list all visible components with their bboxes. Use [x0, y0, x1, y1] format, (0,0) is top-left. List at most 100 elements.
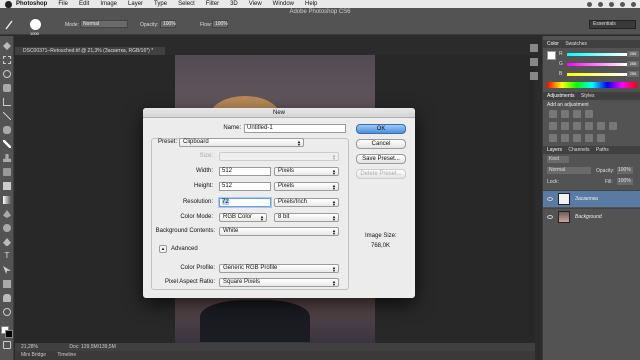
resolution-unit-select[interactable]: Pixels/Inch ▲ ▼: [274, 198, 339, 207]
menu-view[interactable]: View: [249, 1, 262, 7]
menu-image[interactable]: Image: [100, 1, 117, 7]
photo-filter-icon[interactable]: [597, 122, 605, 130]
black-white-icon[interactable]: [585, 122, 593, 130]
properties-panel-icon[interactable]: [530, 58, 538, 66]
type-tool-icon[interactable]: T: [3, 252, 11, 260]
marquee-tool-icon[interactable]: [3, 56, 11, 64]
slider-r[interactable]: [567, 53, 627, 56]
width-input[interactable]: 512: [219, 167, 271, 176]
blur-tool-icon[interactable]: [3, 210, 11, 218]
tab-color[interactable]: Color: [547, 41, 559, 47]
background-color-swatch[interactable]: [5, 330, 13, 338]
doc-size-info[interactable]: Doc: 139,5M/139,5M: [69, 344, 115, 350]
shape-tool-icon[interactable]: [3, 280, 11, 288]
path-select-tool-icon[interactable]: [3, 266, 11, 274]
resolution-input[interactable]: 72: [219, 198, 271, 207]
value-g[interactable]: 255: [627, 61, 639, 67]
hand-tool-icon[interactable]: [3, 294, 11, 302]
mode-select[interactable]: Normal: [80, 20, 128, 28]
tab-mini-bridge[interactable]: Mini Bridge: [21, 352, 46, 358]
pen-tool-icon[interactable]: [3, 238, 11, 246]
ok-button[interactable]: OK: [356, 124, 406, 134]
menu-filter[interactable]: Filter: [206, 1, 219, 7]
curves-icon[interactable]: [573, 110, 581, 118]
brush-tool-icon[interactable]: [3, 140, 11, 148]
menu-edit[interactable]: Edit: [79, 1, 89, 7]
menu-layer[interactable]: Layer: [128, 1, 143, 7]
posterize-icon[interactable]: [561, 134, 569, 142]
gradient-tool-icon[interactable]: [3, 196, 11, 204]
eye-icon[interactable]: [547, 215, 553, 219]
history-panel-icon[interactable]: [530, 44, 538, 52]
invert-icon[interactable]: [549, 134, 557, 142]
apple-icon[interactable]: [5, 0, 12, 8]
zoom-level[interactable]: 21,28%: [21, 344, 38, 350]
quick-mask-icon[interactable]: [3, 341, 11, 349]
layer-row[interactable]: Засветка: [543, 190, 640, 207]
height-input[interactable]: 512: [219, 182, 271, 191]
color-profile-select[interactable]: Generic RGB Profile ▲ ▼: [219, 264, 339, 273]
tab-adjustments[interactable]: Adjustments: [547, 93, 575, 99]
gradient-map-icon[interactable]: [585, 134, 593, 142]
wifi-icon[interactable]: [587, 1, 592, 7]
menu-3d[interactable]: 3D: [230, 1, 238, 7]
move-tool-icon[interactable]: [3, 42, 11, 50]
lasso-tool-icon[interactable]: [3, 70, 11, 78]
value-b[interactable]: 255: [627, 71, 639, 77]
menu-select[interactable]: Select: [178, 1, 195, 7]
layer-filter-kind[interactable]: Kind: [547, 156, 569, 163]
tab-timeline[interactable]: Timeline: [57, 352, 76, 358]
tab-layers[interactable]: Layers: [547, 147, 562, 153]
healing-tool-icon[interactable]: [3, 126, 11, 134]
bit-depth-select[interactable]: 8 bit ▲ ▼: [274, 213, 339, 222]
tab-styles[interactable]: Styles: [581, 93, 595, 99]
layer-opacity-field[interactable]: 100%: [617, 167, 633, 174]
eye-icon[interactable]: [547, 197, 553, 201]
battery-icon[interactable]: [609, 1, 614, 7]
brightness-contrast-icon[interactable]: [549, 110, 557, 118]
background-contents-select[interactable]: White ▲ ▼: [219, 227, 339, 236]
levels-icon[interactable]: [561, 110, 569, 118]
volume-icon[interactable]: [598, 1, 603, 7]
tab-channels[interactable]: Channels: [568, 147, 589, 153]
preset-select[interactable]: Clipboard ▲ ▼: [179, 138, 304, 147]
name-input[interactable]: Untitled-1: [244, 124, 346, 133]
exposure-icon[interactable]: [585, 110, 593, 118]
color-mode-select[interactable]: RGB Color ▲ ▼: [219, 213, 267, 222]
clone-stamp-tool-icon[interactable]: [3, 154, 11, 162]
vibrance-icon[interactable]: [549, 122, 557, 130]
layer-row[interactable]: Background: [543, 208, 640, 225]
eraser-tool-icon[interactable]: [3, 182, 11, 190]
quick-select-tool-icon[interactable]: [3, 84, 11, 92]
color-panel-fg-swatch[interactable]: [547, 51, 556, 60]
menu-type[interactable]: Type: [154, 1, 167, 7]
crop-tool-icon[interactable]: [3, 98, 11, 106]
document-tab[interactable]: DSC00371–Retouched.tif @ 21,3% (Засветка…: [15, 47, 165, 55]
spotlight-icon[interactable]: [620, 1, 625, 7]
tab-swatches[interactable]: Swatches: [565, 41, 587, 47]
menu-help[interactable]: Help: [305, 1, 317, 7]
workspace-select[interactable]: Essentials: [589, 20, 636, 29]
fill-field[interactable]: 100%: [617, 178, 633, 185]
pixel-aspect-select[interactable]: Square Pixels ▲ ▼: [219, 278, 339, 287]
opacity-field[interactable]: 100%: [160, 20, 176, 28]
menu-photoshop[interactable]: Photoshop: [16, 1, 47, 7]
threshold-icon[interactable]: [573, 134, 581, 142]
flow-field[interactable]: 100%: [212, 20, 228, 28]
slider-g[interactable]: [567, 63, 627, 66]
notification-icon[interactable]: [631, 1, 636, 7]
width-unit-select[interactable]: Pixels ▲ ▼: [274, 167, 339, 176]
color-balance-icon[interactable]: [573, 122, 581, 130]
blend-mode-select[interactable]: Normal: [547, 167, 591, 174]
history-brush-tool-icon[interactable]: [3, 168, 11, 176]
color-spectrum[interactable]: [547, 82, 637, 88]
zoom-tool-icon[interactable]: [3, 308, 11, 316]
advanced-toggle[interactable]: ▴: [159, 245, 167, 253]
height-unit-select[interactable]: Pixels ▲ ▼: [274, 182, 339, 191]
cancel-button[interactable]: Cancel: [356, 139, 406, 149]
channel-mixer-icon[interactable]: [609, 122, 617, 130]
brush-tool-icon[interactable]: [4, 20, 14, 30]
menu-file[interactable]: File: [58, 1, 68, 7]
save-preset-button[interactable]: Save Preset...: [356, 154, 406, 164]
eyedropper-tool-icon[interactable]: [3, 112, 11, 120]
